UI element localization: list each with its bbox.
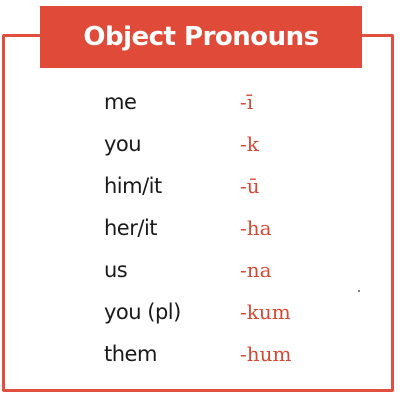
chart-title: Object Pronouns: [83, 22, 319, 52]
pronoun-row: you (pl) -kum: [0, 298, 400, 334]
title-banner: Object Pronouns: [40, 6, 362, 68]
pronoun-chart: Object Pronouns me -ī you -k him/it -ū h…: [0, 0, 400, 400]
pronoun-suffix: -hum: [240, 342, 292, 366]
pronoun-row: you -k: [0, 130, 400, 166]
pronoun-suffix: -na: [240, 258, 272, 282]
pronoun-row: him/it -ū: [0, 172, 400, 208]
english-pronoun: you (pl): [104, 300, 181, 324]
pronoun-suffix: -kum: [240, 300, 291, 324]
pronoun-suffix: -ī: [240, 90, 254, 114]
pronoun-suffix: -ū: [240, 174, 260, 198]
pronoun-row: them -hum: [0, 340, 400, 376]
pronoun-row: me -ī: [0, 88, 400, 124]
pronoun-suffix: -ha: [240, 216, 272, 240]
pronoun-suffix: -k: [240, 132, 259, 156]
english-pronoun: them: [104, 342, 157, 366]
english-pronoun: you: [104, 132, 142, 156]
english-pronoun: her/it: [104, 216, 158, 240]
pronoun-row: us -na: [0, 256, 400, 292]
print-speck: [358, 290, 360, 292]
pronoun-row: her/it -ha: [0, 214, 400, 250]
english-pronoun: us: [104, 258, 128, 282]
english-pronoun: him/it: [104, 174, 162, 198]
english-pronoun: me: [104, 90, 137, 114]
